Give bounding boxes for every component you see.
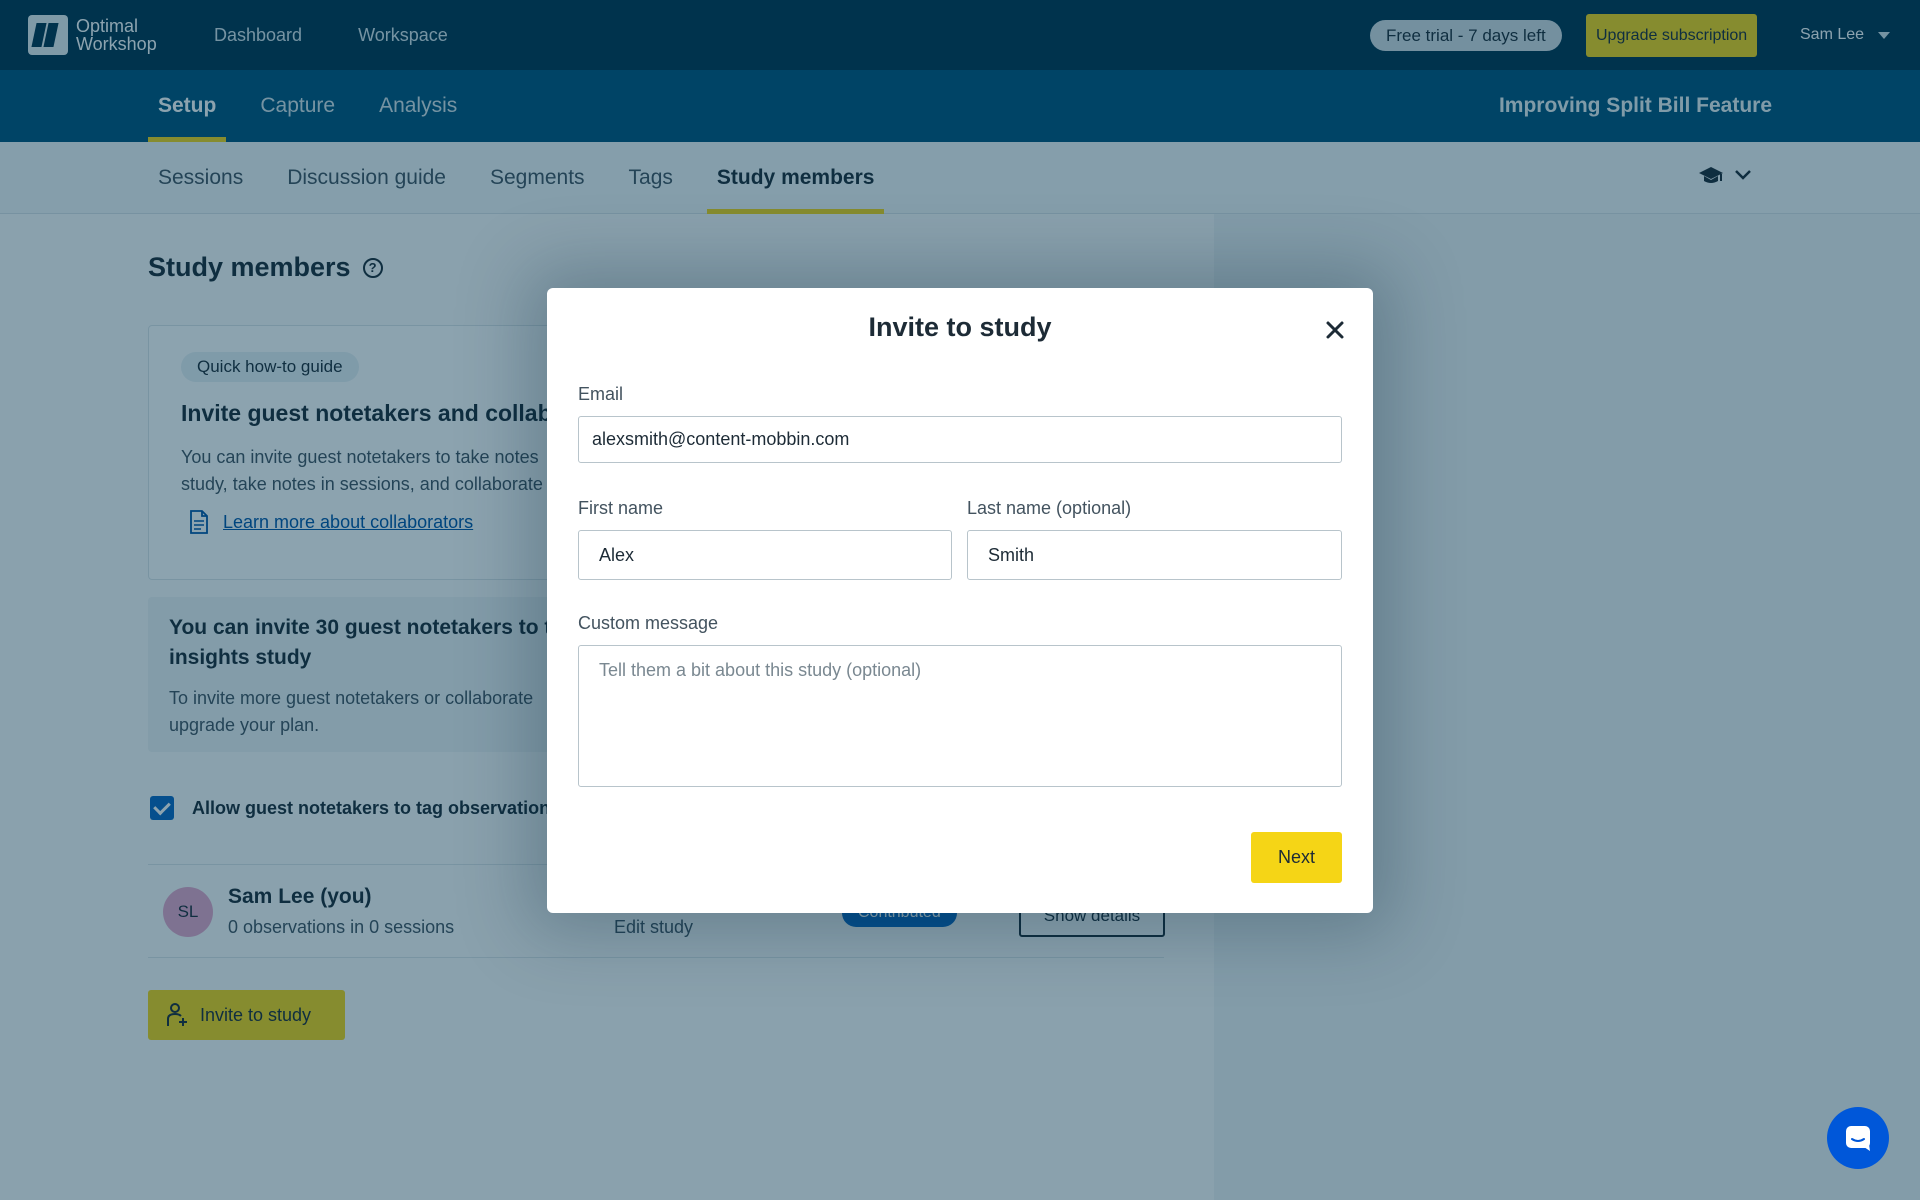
first-name-label: First name xyxy=(578,498,664,518)
close-button[interactable] xyxy=(1323,318,1347,342)
custom-message-field[interactable] xyxy=(578,645,1342,787)
custom-message-label: Custom message xyxy=(578,613,719,633)
chat-icon xyxy=(1846,1126,1870,1151)
first-name-field[interactable] xyxy=(578,530,952,580)
email-label: Email xyxy=(578,384,624,404)
chat-launcher-button[interactable] xyxy=(1827,1107,1889,1169)
next-button[interactable]: Next xyxy=(1251,832,1342,883)
invite-modal: Invite to study Email First name Last na… xyxy=(547,288,1373,913)
close-icon xyxy=(1326,321,1344,339)
last-name-field[interactable] xyxy=(967,530,1342,580)
modal-title: Invite to study xyxy=(868,312,1052,342)
last-name-label: Last name (optional) xyxy=(967,498,1132,518)
email-field[interactable] xyxy=(578,416,1342,463)
